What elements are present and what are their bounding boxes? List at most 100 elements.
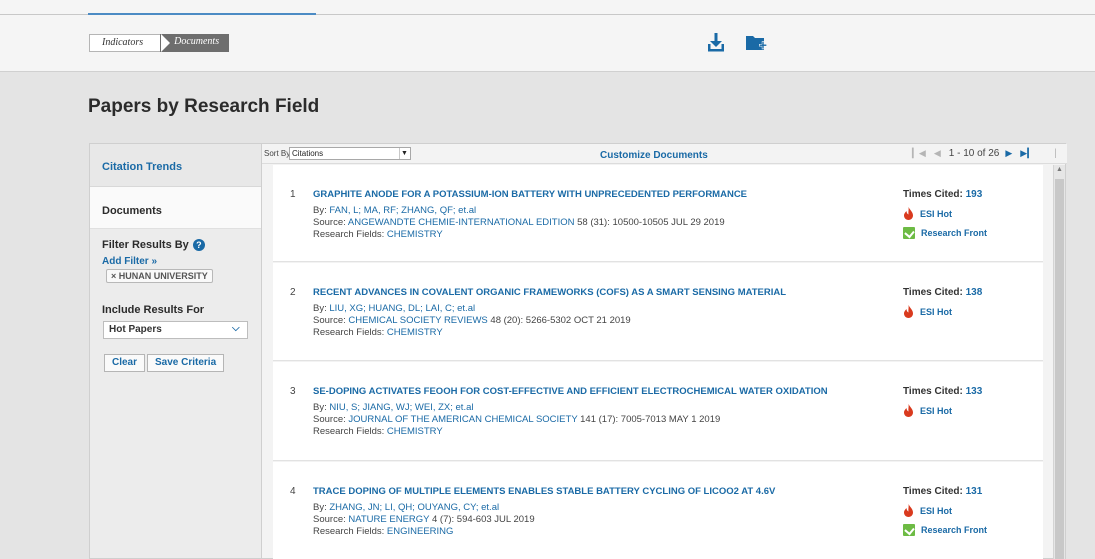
record-metrics: Times Cited: 193 ESI Hot Research Front xyxy=(903,189,987,239)
fire-icon xyxy=(904,207,913,220)
times-cited-count[interactable]: 133 xyxy=(966,386,983,397)
include-results-value: Hot Papers xyxy=(109,324,162,335)
clear-button[interactable]: Clear xyxy=(104,354,146,372)
record-source: Source: NATURE ENERGY 4 (7): 594-603 JUL… xyxy=(313,514,535,525)
record-authors: By: LIU, XG; HUANG, DL; LAI, C; et.al xyxy=(313,303,475,314)
sort-by-select[interactable]: Citations ▼ xyxy=(289,147,411,160)
list-item: 2 RECENT ADVANCES IN COVALENT ORGANIC FR… xyxy=(273,263,1043,361)
research-front-icon xyxy=(903,227,915,239)
field-link[interactable]: CHEMISTRY xyxy=(387,327,443,338)
help-icon[interactable]: ? xyxy=(192,239,205,251)
times-cited-label: Times Cited: xyxy=(903,287,963,298)
record-authors: By: FAN, L; MA, RF; ZHANG, QF; et.al xyxy=(313,205,476,216)
research-front-icon xyxy=(903,524,915,536)
record-metrics: Times Cited: 138 ESI Hot xyxy=(903,287,982,318)
fire-icon xyxy=(904,504,913,517)
first-page-icon[interactable]: ▎◀ xyxy=(912,148,926,159)
scroll-up-icon[interactable]: ▲ xyxy=(1056,166,1063,173)
research-front-badge: Research Front xyxy=(903,524,987,536)
record-title[interactable]: RECENT ADVANCES IN COVALENT ORGANIC FRAM… xyxy=(313,287,786,298)
breadcrumb: Indicators Documents xyxy=(89,34,230,52)
source-link[interactable]: NATURE ENERGY xyxy=(348,514,429,525)
source-link[interactable]: JOURNAL OF THE AMERICAN CHEMICAL SOCIETY xyxy=(348,414,577,425)
list-item: 3 SE-DOPING ACTIVATES FEOOH FOR COST-EFF… xyxy=(273,362,1043,461)
record-metrics: Times Cited: 131 ESI Hot Research Front xyxy=(903,486,987,536)
sort-by-label: Sort By xyxy=(264,149,291,158)
results-scrollbar[interactable]: ▲ xyxy=(1053,165,1065,559)
author-links[interactable]: FAN, L; MA, RF; ZHANG, QF; et.al xyxy=(329,205,476,216)
field-link[interactable]: ENGINEERING xyxy=(387,526,454,537)
source-label: Source: xyxy=(313,514,346,525)
source-link[interactable]: CHEMICAL SOCIETY REVIEWS xyxy=(348,315,487,326)
author-links[interactable]: LIU, XG; HUANG, DL; LAI, C; et.al xyxy=(329,303,475,314)
author-links[interactable]: ZHANG, JN; LI, QH; OUYANG, CY; et.al xyxy=(329,502,499,513)
times-cited: Times Cited: 131 xyxy=(903,486,987,497)
filter-chip-label: HUNAN UNIVERSITY xyxy=(118,271,208,281)
pagination: ▎◀ ◀ 1 - 10 of 26 ▶ ▶▎ | xyxy=(912,148,1057,159)
include-results-heading: Include Results For xyxy=(102,304,205,316)
author-links[interactable]: NIU, S; JIANG, WJ; WEI, ZX; et.al xyxy=(329,402,473,413)
chevron-down-icon: ▼ xyxy=(399,148,409,159)
source-details: 48 (20): 5266-5302 OCT 21 2019 xyxy=(490,315,631,326)
times-cited-label: Times Cited: xyxy=(903,486,963,497)
source-label: Source: xyxy=(313,217,346,228)
esi-hot-badge: ESI Hot xyxy=(903,207,987,220)
record-authors: By: ZHANG, JN; LI, QH; OUYANG, CY; et.al xyxy=(313,502,499,513)
esi-hot-badge: ESI Hot xyxy=(903,305,982,318)
record-number: 2 xyxy=(290,287,296,298)
source-details: 58 (31): 10500-10505 JUL 29 2019 xyxy=(577,217,725,228)
record-source: Source: ANGEWANDTE CHEMIE-INTERNATIONAL … xyxy=(313,217,725,228)
last-page-icon[interactable]: ▶▎ xyxy=(1020,148,1034,159)
source-link[interactable]: ANGEWANDTE CHEMIE-INTERNATIONAL EDITION xyxy=(348,217,575,228)
chip-remove-icon[interactable]: × xyxy=(111,271,116,281)
field-link[interactable]: CHEMISTRY xyxy=(387,229,443,240)
esi-hot-label: ESI Hot xyxy=(920,306,953,317)
include-results-select[interactable]: Hot Papers ⌵ xyxy=(103,321,248,339)
record-source: Source: JOURNAL OF THE AMERICAN CHEMICAL… xyxy=(313,414,720,425)
times-cited-count[interactable]: 131 xyxy=(966,486,983,497)
next-page-icon[interactable]: ▶ xyxy=(1005,148,1012,159)
esi-hot-badge: ESI Hot xyxy=(903,404,982,417)
prev-page-icon[interactable]: ◀ xyxy=(934,148,941,159)
list-item: 4 TRACE DOPING OF MULTIPLE ELEMENTS ENAB… xyxy=(273,462,1043,559)
customize-documents-link[interactable]: Customize Documents xyxy=(600,150,708,161)
record-number: 1 xyxy=(290,189,296,200)
record-title[interactable]: SE-DOPING ACTIVATES FEOOH FOR COST-EFFEC… xyxy=(313,386,828,397)
scrollbar-thumb[interactable] xyxy=(1055,179,1064,559)
field-link[interactable]: CHEMISTRY xyxy=(387,426,443,437)
fire-icon xyxy=(904,404,913,417)
tab-citation-trends[interactable]: Citation Trends xyxy=(90,144,261,187)
folder-add-icon[interactable] xyxy=(745,34,767,52)
save-criteria-button[interactable]: Save Criteria xyxy=(147,354,225,372)
source-details: 141 (17): 7005-7013 MAY 1 2019 xyxy=(580,414,721,425)
research-front-label[interactable]: Research Front xyxy=(921,525,987,535)
by-label: By: xyxy=(313,502,327,513)
record-fields: Research Fields: ENGINEERING xyxy=(313,526,453,537)
sidebar: Citation Trends Documents Filter Results… xyxy=(89,143,261,559)
filter-results-heading: Filter Results By ? xyxy=(102,239,205,251)
tab-documents[interactable]: Documents xyxy=(90,187,261,229)
times-cited: Times Cited: 193 xyxy=(903,189,987,200)
record-metrics: Times Cited: 133 ESI Hot xyxy=(903,386,982,417)
fields-label: Research Fields: xyxy=(313,327,385,338)
record-title[interactable]: GRAPHITE ANODE FOR A POTASSIUM-ION BATTE… xyxy=(313,189,747,200)
results-header: Sort By Citations ▼ Customize Documents … xyxy=(262,144,1067,164)
research-front-label[interactable]: Research Front xyxy=(921,228,987,238)
fields-label: Research Fields: xyxy=(313,426,385,437)
breadcrumb-documents: Documents xyxy=(160,34,230,52)
esi-hot-badge: ESI Hot xyxy=(903,504,987,517)
top-toolbar: Indicators Documents xyxy=(0,0,1095,72)
times-cited-count[interactable]: 138 xyxy=(966,287,983,298)
record-number: 4 xyxy=(290,486,296,497)
research-front-badge: Research Front xyxy=(903,227,987,239)
download-icon[interactable] xyxy=(707,32,725,52)
pager-divider: | xyxy=(1054,148,1057,159)
times-cited: Times Cited: 133 xyxy=(903,386,982,397)
add-filter-link[interactable]: Add Filter » xyxy=(102,256,157,267)
times-cited-count[interactable]: 193 xyxy=(966,189,983,200)
by-label: By: xyxy=(313,205,327,216)
breadcrumb-indicators[interactable]: Indicators xyxy=(89,34,171,52)
filter-results-label: Filter Results By xyxy=(102,239,189,251)
record-title[interactable]: TRACE DOPING OF MULTIPLE ELEMENTS ENABLE… xyxy=(313,486,775,497)
by-label: By: xyxy=(313,303,327,314)
